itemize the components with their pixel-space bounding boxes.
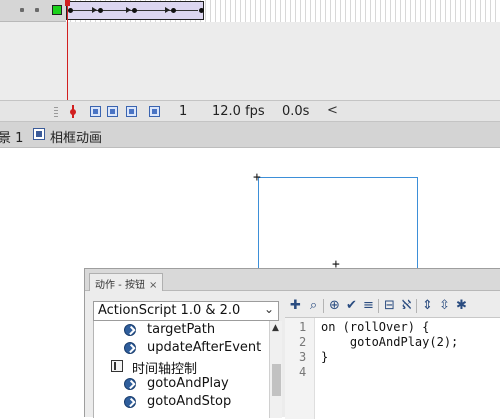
collapse-all-icon[interactable]: ✱ — [454, 298, 469, 314]
list-item-label: updateAfterEvent — [147, 340, 262, 355]
check-syntax-icon[interactable]: ✔ — [344, 298, 359, 314]
frame-rate[interactable]: 12.0 fps — [212, 104, 265, 119]
timeline-panel: 1 12.0 fps 0.0s < — [0, 0, 500, 122]
lock-toggle-icon[interactable] — [35, 8, 39, 12]
list-item[interactable]: gotoAndStop — [94, 393, 262, 411]
eye-toggle-icon[interactable] — [20, 8, 24, 12]
current-frame: 1 — [179, 104, 188, 119]
grip-handle-icon[interactable] — [54, 106, 58, 117]
expand-icon[interactable]: ⇳ — [437, 298, 452, 314]
list-scrollbar[interactable]: ▲ — [269, 321, 282, 418]
panel-header: 动作 - 按钮 × — [85, 269, 500, 291]
action-icon — [124, 342, 136, 354]
code-line[interactable]: } — [321, 350, 328, 364]
actions-panel: 动作 - 按钮 × ActionScript 1.0 & 2.0 ⌄ target… — [84, 268, 500, 419]
list-item-label: gotoAndStop — [147, 394, 232, 409]
scroll-up-icon[interactable]: ▲ — [272, 323, 279, 333]
tween-arrowhead — [92, 7, 97, 13]
list-item[interactable]: targetPath — [94, 321, 262, 339]
code-line[interactable]: on (rollOver) { — [321, 320, 429, 334]
button-symbol-icon — [33, 128, 45, 140]
action-icon — [124, 396, 136, 408]
toolbar-separator — [378, 299, 379, 313]
list-item[interactable]: 时间轴控制 — [94, 357, 262, 377]
add-action-icon[interactable]: ✚ — [288, 298, 303, 314]
layer-outline-swatch[interactable] — [52, 5, 62, 15]
line-number: 3 — [299, 350, 307, 364]
keyframe-1[interactable] — [68, 8, 73, 13]
line-number: 1 — [299, 320, 307, 334]
action-icon — [124, 378, 136, 390]
version-label: ActionScript 1.0 & 2.0 — [98, 303, 241, 318]
line-number-gutter: 1 2 3 4 — [285, 318, 315, 419]
code-line[interactable]: gotoAndPlay(2); — [321, 335, 458, 349]
keyframe-5[interactable] — [199, 8, 204, 13]
find-icon[interactable]: ⌕ — [306, 298, 321, 314]
tween-arrowhead — [126, 7, 131, 13]
toolbar-separator — [323, 299, 324, 313]
scroll-left-button[interactable]: < — [327, 103, 338, 118]
action-icon — [124, 324, 136, 336]
toolbar-separator — [416, 299, 417, 313]
layer-row[interactable] — [0, 0, 500, 22]
actions-tab-label: 动作 - 按钮 — [95, 280, 145, 291]
keyframe-4[interactable] — [171, 8, 176, 13]
registration-point-icon: + — [253, 170, 261, 185]
list-item-label: gotoAndPlay — [147, 376, 229, 391]
modify-onion-markers-icon[interactable] — [149, 106, 160, 117]
elapsed-time: 0.0s — [282, 104, 310, 119]
collapse-icon[interactable]: ⇕ — [420, 298, 435, 314]
onion-outline-icon[interactable] — [107, 106, 118, 117]
scroll-thumb[interactable] — [272, 364, 281, 396]
center-frame-icon[interactable] — [70, 105, 76, 118]
timeline-status-bar: 1 12.0 fps 0.0s < — [0, 100, 500, 122]
edit-bar: 景 1 相框动画 — [0, 122, 500, 148]
keyframe-3[interactable] — [132, 8, 137, 13]
line-number: 4 — [299, 365, 307, 379]
chevron-down-icon[interactable]: ⌄ — [264, 302, 274, 316]
line-number: 2 — [299, 335, 307, 349]
target-icon[interactable]: ⊕ — [327, 298, 342, 314]
scene-breadcrumb[interactable]: 景 1 — [0, 127, 23, 146]
playhead-line[interactable] — [67, 0, 68, 103]
tween-arrowhead — [165, 7, 170, 13]
script-editor[interactable]: 1 2 3 4 on (rollOver) { gotoAndPlay(2); … — [285, 317, 500, 419]
list-item-label: targetPath — [147, 322, 216, 337]
auto-format-icon[interactable]: ≡ — [361, 298, 376, 314]
actions-toolbox: targetPath updateAfterEvent 时间轴控制 gotoAn… — [93, 321, 282, 418]
actions-tab[interactable]: 动作 - 按钮 × — [89, 273, 164, 291]
edit-multiple-frames-icon[interactable] — [126, 106, 137, 117]
close-icon[interactable]: × — [149, 280, 157, 291]
keyframe-2[interactable] — [98, 8, 103, 13]
list-item[interactable]: updateAfterEvent — [94, 339, 262, 357]
book-icon — [111, 360, 123, 372]
debug-icon[interactable]: ℵ — [399, 298, 414, 314]
script-toolbar: ✚ ⌕ ⊕ ✔ ≡ ⊟ ℵ ⇕ ⇳ ✱ — [285, 297, 500, 317]
symbol-breadcrumb[interactable]: 相框动画 — [50, 127, 102, 146]
actionscript-version-select[interactable]: ActionScript 1.0 & 2.0 ⌄ — [93, 301, 279, 321]
onion-skin-icon[interactable] — [90, 106, 101, 117]
list-item[interactable]: gotoAndPlay — [94, 375, 262, 393]
code-hint-icon[interactable]: ⊟ — [382, 298, 397, 314]
